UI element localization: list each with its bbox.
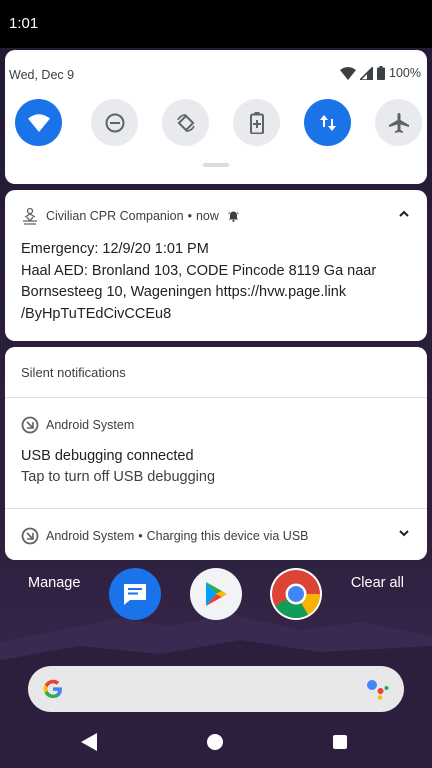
header-separator: •	[138, 529, 143, 543]
home-icon[interactable]	[207, 734, 223, 750]
cpr-app-icon	[23, 207, 37, 225]
qs-status-icons: 100%	[340, 66, 421, 80]
notification-body: Emergency: 12/9/20 1:01 PM Haal AED: Bro…	[21, 239, 401, 325]
data-transfer-icon	[319, 114, 336, 131]
clear-all-button[interactable]: Clear all	[351, 575, 404, 591]
qs-date: Wed, Dec 9	[9, 68, 75, 82]
tile-wifi[interactable]	[15, 99, 62, 146]
notification-app-name: Android System	[46, 418, 135, 432]
messages-app[interactable]	[109, 568, 161, 620]
expand-chevron-icon[interactable]	[399, 530, 409, 537]
qs-tiles	[15, 99, 422, 147]
notification-line: Emergency: 12/9/20 1:01 PM	[21, 241, 209, 257]
battery-saver-icon	[249, 111, 264, 134]
play-store-app[interactable]	[190, 568, 242, 620]
quick-settings-panel: Wed, Dec 9 100%	[5, 50, 427, 184]
android-system-icon	[21, 416, 39, 434]
alert-bell-icon	[228, 211, 239, 222]
cell-signal-icon	[360, 66, 374, 80]
chrome-app[interactable]	[270, 568, 322, 620]
notification-app-name: Civilian CPR Companion	[46, 209, 184, 223]
notification-app-name: Android System	[46, 529, 135, 543]
tile-airplane-mode[interactable]	[375, 99, 422, 146]
usb-notification-header[interactable]: Android System	[21, 416, 134, 434]
do-not-disturb-icon	[105, 113, 124, 132]
header-separator: •	[187, 209, 192, 223]
tile-do-not-disturb[interactable]	[91, 99, 138, 146]
charging-notification-header[interactable]: Android System • Charging this device vi…	[21, 527, 309, 545]
battery-icon	[377, 66, 386, 80]
silent-notifications-card: Silent notifications Android System USB …	[5, 347, 427, 560]
manage-button[interactable]: Manage	[28, 575, 80, 591]
chrome-icon	[272, 570, 320, 619]
divider	[5, 508, 427, 509]
android-system-icon	[21, 527, 39, 545]
back-icon[interactable]	[81, 733, 97, 751]
usb-notification-title[interactable]: USB debugging connected	[21, 448, 194, 464]
navigation-bar	[0, 720, 432, 768]
notification-line: Haal AED: Bronland 103, CODE Pincode 811…	[21, 262, 377, 279]
status-bar: 1:01	[0, 0, 432, 48]
recents-icon[interactable]	[333, 735, 347, 749]
google-assistant-icon[interactable]	[366, 678, 390, 700]
notification-cpr[interactable]: Civilian CPR Companion • now Emergency: …	[5, 190, 427, 341]
usb-notification-text[interactable]: Tap to turn off USB debugging	[21, 469, 215, 485]
google-logo-icon	[43, 679, 62, 698]
divider	[5, 397, 427, 398]
silent-notifications-title: Silent notifications	[21, 365, 126, 380]
wifi-icon	[27, 113, 50, 132]
tile-battery-saver[interactable]	[233, 99, 280, 146]
collapse-chevron-icon[interactable]	[399, 210, 409, 217]
tile-auto-rotate[interactable]	[162, 99, 209, 146]
play-store-icon	[206, 582, 227, 606]
notification-time: now	[195, 209, 219, 223]
wifi-signal-icon	[340, 66, 357, 80]
notification-line: Bornsesteeg 10, Wageningen https://hvw.p…	[21, 284, 347, 300]
charging-notification-text: Charging this device via USB	[146, 529, 309, 543]
status-time: 1:01	[9, 15, 39, 32]
notification-line: /ByHpTuTEdCivCCEu8	[21, 305, 172, 322]
auto-rotate-icon	[176, 113, 195, 132]
qs-drag-handle[interactable]	[203, 163, 229, 167]
airplane-icon	[388, 112, 409, 133]
messages-icon	[124, 584, 146, 605]
google-search-bar[interactable]	[28, 666, 404, 712]
tile-mobile-data[interactable]	[304, 99, 351, 146]
battery-percent: 100%	[389, 66, 421, 80]
notification-header: Civilian CPR Companion • now	[21, 207, 239, 225]
